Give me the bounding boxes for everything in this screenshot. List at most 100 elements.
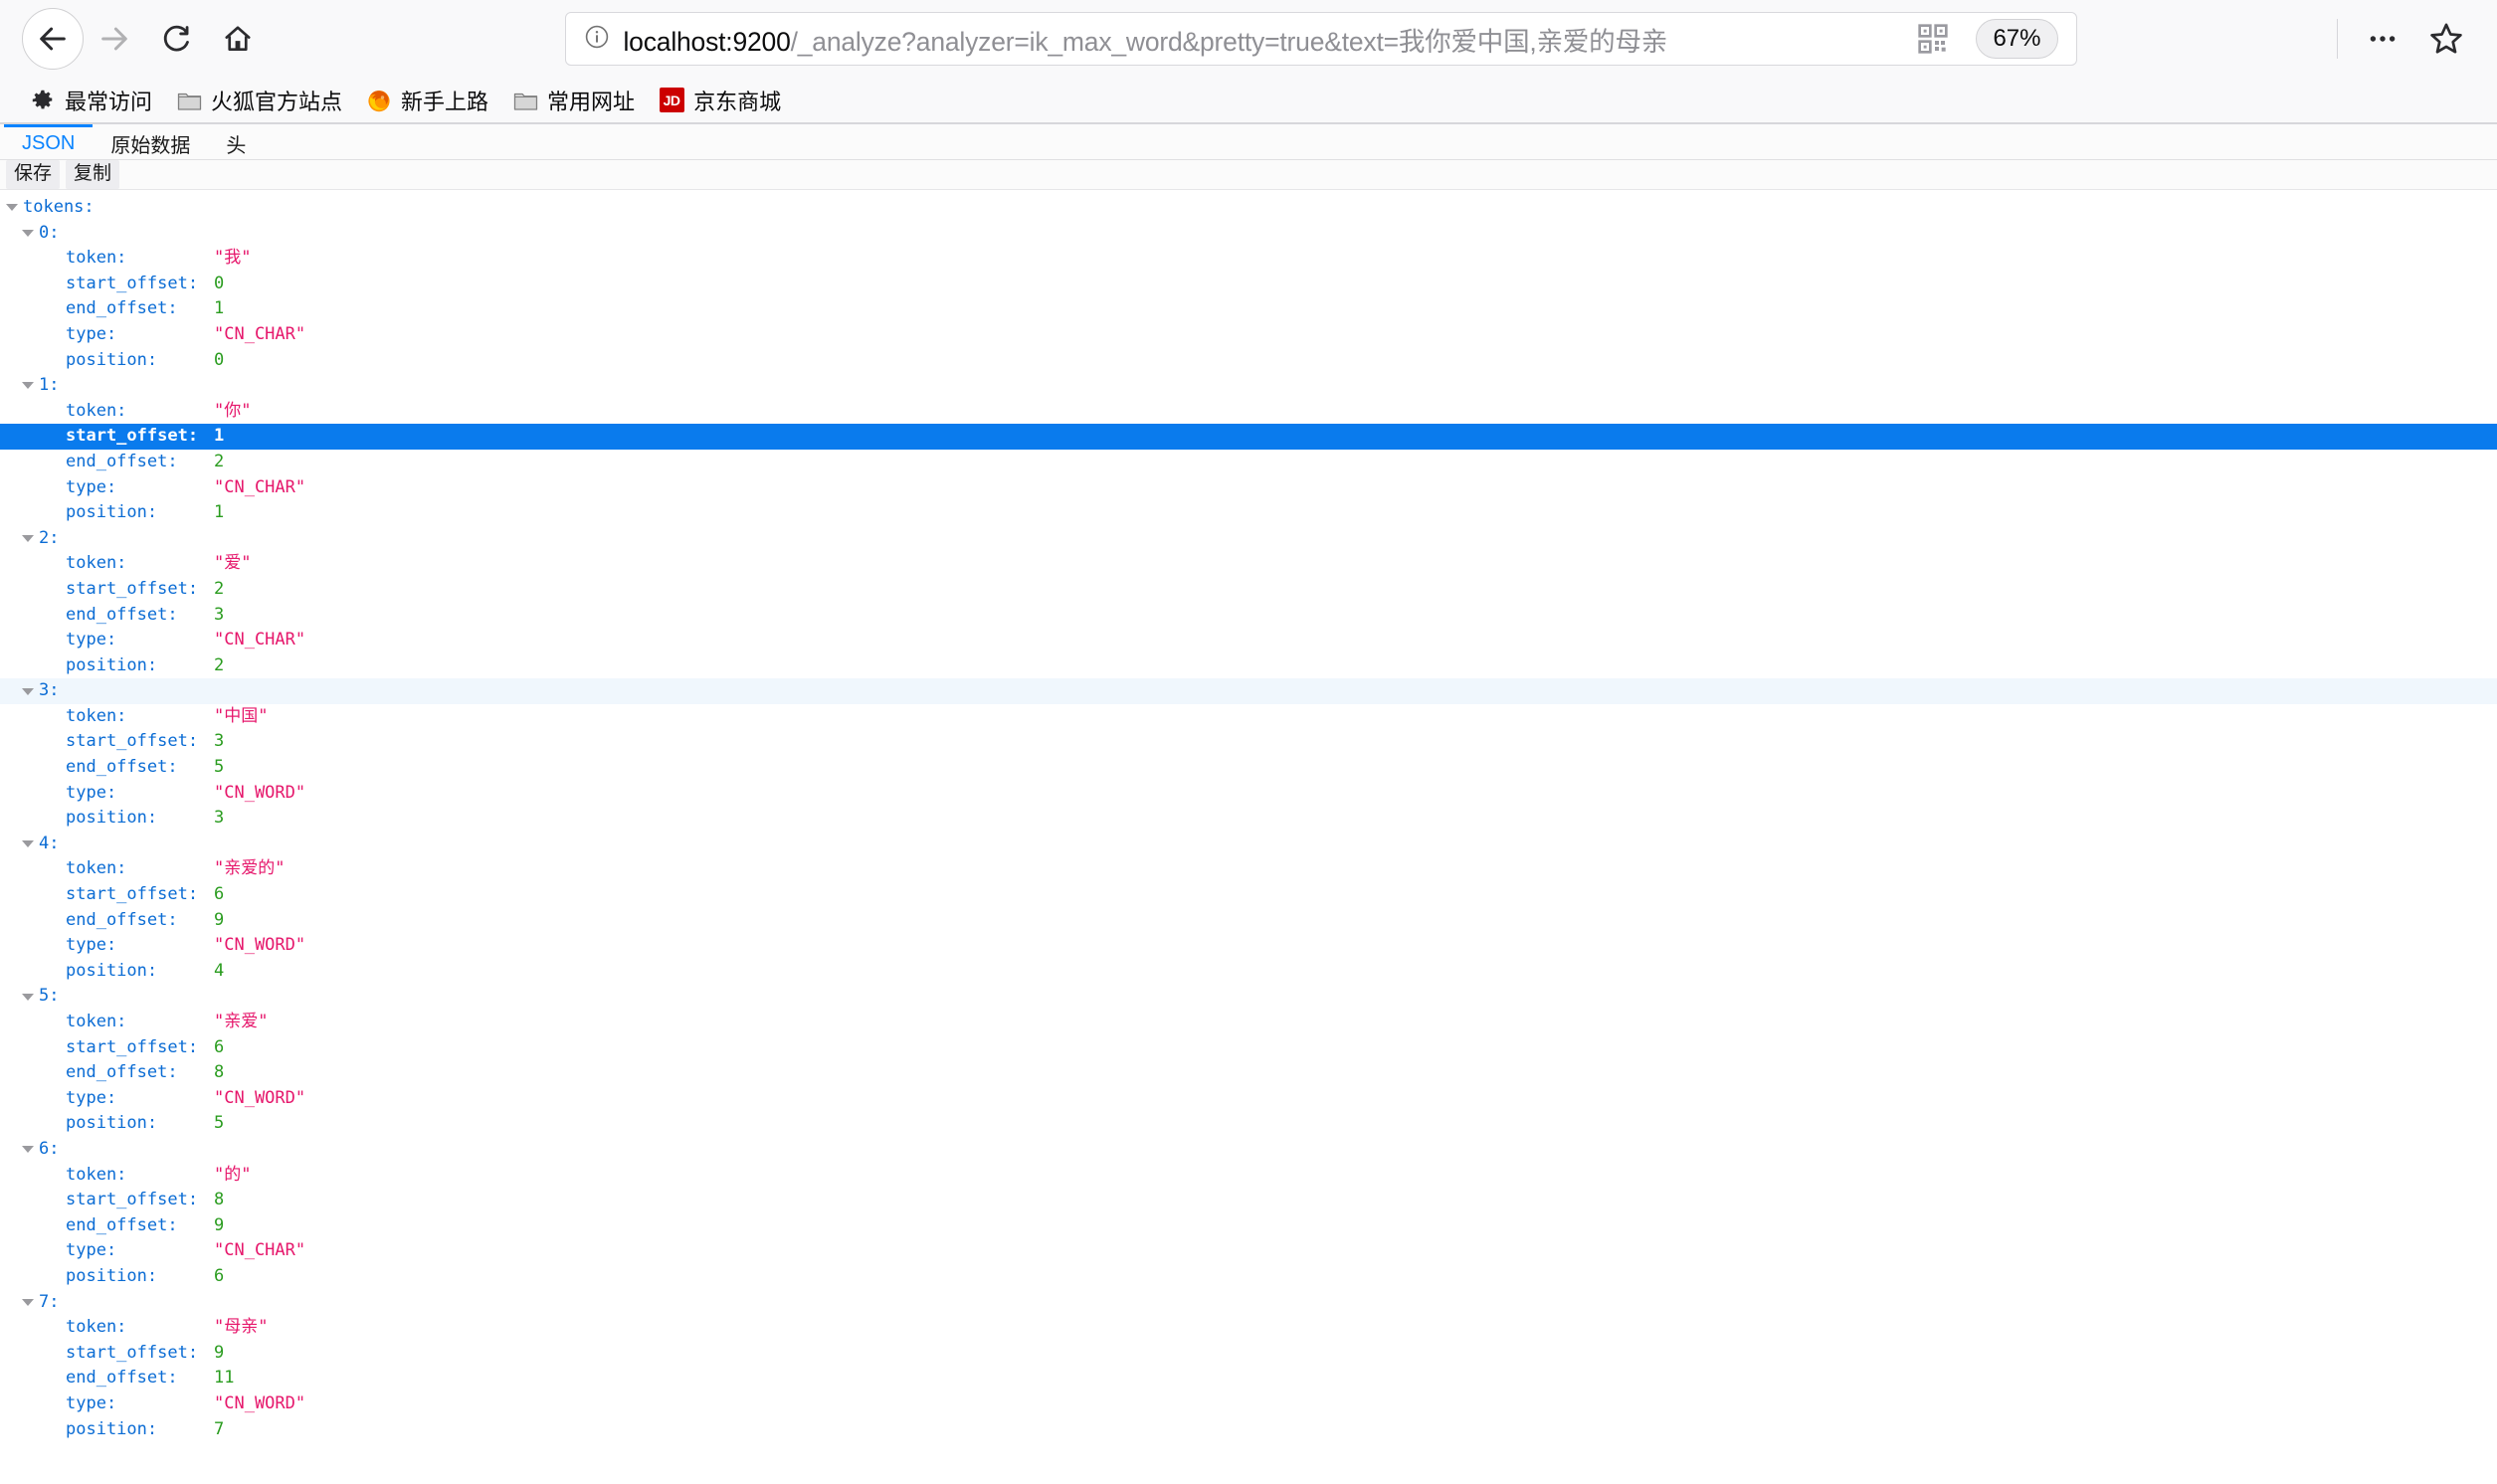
bookmark-common-sites[interactable]: 常用网址 (500, 81, 647, 120)
json-row-position[interactable]: position: 2 (0, 653, 2497, 679)
json-value-start_offset: 0 (214, 273, 225, 293)
json-row-type[interactable]: type: "CN_CHAR" (0, 1238, 2497, 1264)
disclosure-triangle-icon[interactable] (22, 382, 34, 390)
json-row-token[interactable]: token: "我" (0, 246, 2497, 272)
json-row-token[interactable]: token: "你" (0, 399, 2497, 425)
json-row-type[interactable]: type: "CN_CHAR" (0, 475, 2497, 501)
json-row-start_offset[interactable]: start_offset: 8 (0, 1188, 2497, 1213)
json-key-type: type: (66, 323, 117, 344)
json-key-end_offset: end_offset: (66, 909, 178, 930)
json-row-token[interactable]: token: "母亲" (0, 1315, 2497, 1341)
tab-json[interactable]: JSON (4, 124, 94, 159)
json-row-array-index[interactable]: 7: (0, 1290, 2497, 1316)
json-row-start_offset[interactable]: start_offset: 1 (0, 424, 2497, 450)
json-key-end_offset: end_offset: (66, 1368, 178, 1389)
disclosure-triangle-icon[interactable] (22, 1146, 34, 1154)
json-value-type: "CN_CHAR" (214, 1240, 306, 1261)
json-row-position[interactable]: position: 4 (0, 959, 2497, 985)
json-row-array-index[interactable]: 4: (0, 832, 2497, 857)
json-row-end_offset[interactable]: end_offset: 5 (0, 755, 2497, 781)
json-row-position[interactable]: position: 5 (0, 1111, 2497, 1137)
bookmark-getting-started[interactable]: 新手上路 (354, 81, 500, 120)
json-row-array-index[interactable]: 2: (0, 526, 2497, 552)
star-icon[interactable] (2417, 10, 2475, 68)
json-row-array-index[interactable]: 1: (0, 373, 2497, 399)
json-value-position: 4 (214, 960, 225, 981)
json-row-start_offset[interactable]: start_offset: 6 (0, 1035, 2497, 1061)
json-row-end_offset[interactable]: end_offset: 8 (0, 1060, 2497, 1086)
json-row-type[interactable]: type: "CN_CHAR" (0, 628, 2497, 653)
json-row-position[interactable]: position: 7 (0, 1417, 2497, 1443)
json-array-index-label: 5: (39, 986, 60, 1007)
json-row-array-index[interactable]: 0: (0, 221, 2497, 247)
json-row-end_offset[interactable]: end_offset: 3 (0, 603, 2497, 629)
json-row-token[interactable]: token: "亲爱的" (0, 856, 2497, 882)
json-row-array-index[interactable]: 3: (0, 678, 2497, 704)
json-key-end_offset: end_offset: (66, 1214, 178, 1235)
json-row-type[interactable]: type: "CN_WORD" (0, 933, 2497, 959)
tab-label: 头 (226, 134, 247, 157)
back-button[interactable] (22, 8, 84, 70)
tab-headers[interactable]: 头 (208, 124, 264, 159)
json-value-position: 3 (214, 808, 225, 829)
bookmark-most-visited[interactable]: 最常访问 (18, 81, 164, 120)
json-row-token[interactable]: token: "的" (0, 1163, 2497, 1189)
json-row-start_offset[interactable]: start_offset: 9 (0, 1341, 2497, 1367)
json-key-token: token: (66, 248, 127, 269)
qr-code-icon[interactable] (1904, 10, 1962, 68)
json-row-type[interactable]: type: "CN_WORD" (0, 1086, 2497, 1112)
json-key-position: position: (66, 960, 158, 981)
json-row-position[interactable]: position: 3 (0, 806, 2497, 832)
json-row-token[interactable]: token: "亲爱" (0, 1010, 2497, 1035)
json-row-type[interactable]: type: "CN_WORD" (0, 781, 2497, 807)
json-row-start_offset[interactable]: start_offset: 0 (0, 272, 2497, 297)
json-row-end_offset[interactable]: end_offset: 9 (0, 908, 2497, 934)
bookmark-label: 新手上路 (401, 89, 489, 114)
json-row-end_offset[interactable]: end_offset: 1 (0, 296, 2497, 322)
json-row-token[interactable]: token: "中国" (0, 704, 2497, 730)
json-row-end_offset[interactable]: end_offset: 9 (0, 1213, 2497, 1239)
reload-button[interactable] (145, 8, 207, 70)
json-row-position[interactable]: position: 1 (0, 500, 2497, 526)
json-row-type[interactable]: type: "CN_CHAR" (0, 322, 2497, 348)
json-row-start_offset[interactable]: start_offset: 3 (0, 729, 2497, 755)
disclosure-triangle-icon[interactable] (22, 1298, 34, 1306)
disclosure-triangle-icon[interactable] (6, 204, 18, 212)
json-row-root[interactable]: tokens: (0, 195, 2497, 221)
json-key-end_offset: end_offset: (66, 604, 178, 625)
json-row-end_offset[interactable]: end_offset: 11 (0, 1366, 2497, 1391)
json-key-start_offset: start_offset: (66, 1036, 199, 1057)
json-value-token: "爱" (214, 553, 252, 574)
ellipsis-icon[interactable] (2354, 10, 2411, 68)
save-button[interactable]: 保存 (6, 160, 61, 189)
json-row-position[interactable]: position: 0 (0, 348, 2497, 374)
json-value-end_offset: 9 (214, 1214, 225, 1235)
json-key-position: position: (66, 808, 158, 829)
json-row-position[interactable]: position: 6 (0, 1264, 2497, 1290)
disclosure-triangle-icon[interactable] (22, 229, 34, 237)
json-row-end_offset[interactable]: end_offset: 2 (0, 450, 2497, 475)
json-array-index-label: 3: (39, 680, 60, 701)
json-key-tokens: tokens: (23, 197, 95, 217)
disclosure-triangle-icon[interactable] (22, 993, 34, 1001)
json-key-token: token: (66, 1317, 127, 1338)
json-row-start_offset[interactable]: start_offset: 2 (0, 577, 2497, 603)
address-bar[interactable]: localhost:9200/_analyze?analyzer=ik_max_… (564, 10, 2077, 68)
tab-raw-data[interactable]: 原始数据 (93, 124, 208, 159)
bookmark-firefox-official[interactable]: 火狐官方站点 (164, 81, 354, 120)
bookmark-jd-mall[interactable]: JD 京东商城 (647, 81, 793, 120)
json-row-array-index[interactable]: 5: (0, 984, 2497, 1010)
json-row-token[interactable]: token: "爱" (0, 551, 2497, 577)
forward-button[interactable] (84, 8, 145, 70)
json-row-array-index[interactable]: 6: (0, 1137, 2497, 1163)
info-circle-icon[interactable] (584, 24, 610, 55)
copy-button[interactable]: 复制 (66, 160, 120, 189)
home-button[interactable] (207, 8, 269, 70)
json-key-token: token: (66, 858, 127, 879)
json-row-type[interactable]: type: "CN_WORD" (0, 1391, 2497, 1417)
disclosure-triangle-icon[interactable] (22, 840, 34, 848)
json-row-start_offset[interactable]: start_offset: 6 (0, 882, 2497, 908)
disclosure-triangle-icon[interactable] (22, 687, 34, 695)
disclosure-triangle-icon[interactable] (22, 535, 34, 543)
zoom-level-badge[interactable]: 67% (1976, 19, 2058, 59)
